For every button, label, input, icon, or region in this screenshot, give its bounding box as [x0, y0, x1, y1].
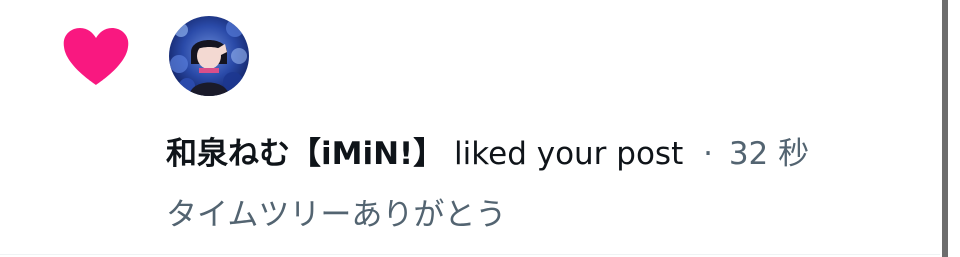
- separator-dot: ·: [703, 136, 713, 172]
- avatar[interactable]: [169, 16, 249, 96]
- timestamp[interactable]: 32 秒: [729, 136, 809, 172]
- divider: [0, 254, 940, 255]
- notification-text: 和泉ねむ【iMiN!】 liked your post · 32 秒: [166, 130, 809, 178]
- action-text: liked your post: [454, 136, 684, 172]
- user-name[interactable]: 和泉ねむ【iMiN!】: [166, 136, 444, 172]
- post-preview-text[interactable]: タイムツリーありがとう: [166, 192, 506, 238]
- like-notification[interactable]: 和泉ねむ【iMiN!】 liked your post · 32 秒 タイムツリ…: [0, 0, 940, 254]
- heart-icon: [62, 27, 130, 87]
- scrollbar[interactable]: [942, 0, 948, 257]
